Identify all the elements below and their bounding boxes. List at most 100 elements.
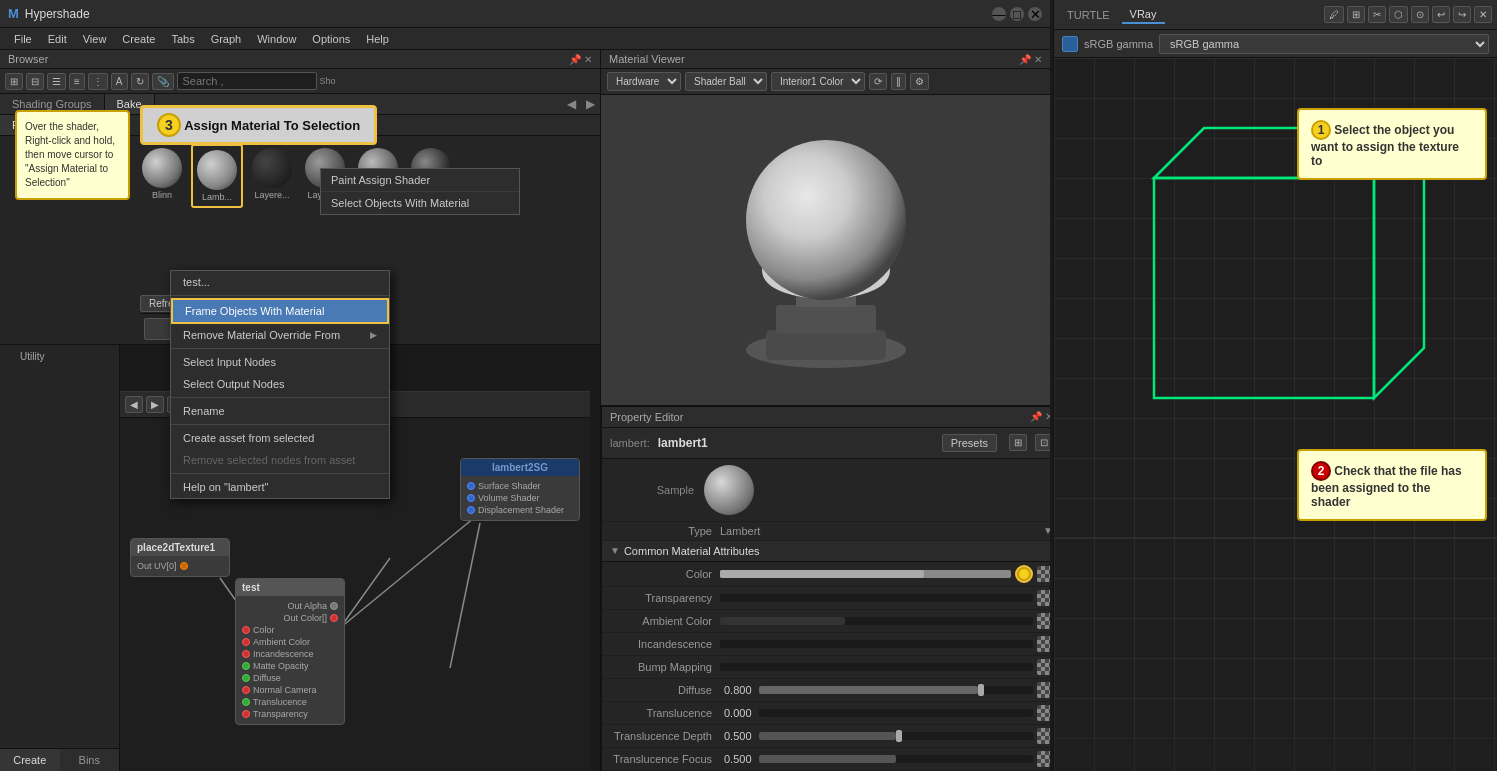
bump-checker-btn[interactable] bbox=[1037, 659, 1050, 675]
section-arrow-icon[interactable]: ▼ bbox=[610, 545, 620, 556]
blinn-sphere-icon bbox=[142, 148, 182, 188]
srgb-dropdown[interactable]: sRGB gamma bbox=[1159, 34, 1489, 54]
port-outalpha-icon bbox=[330, 602, 338, 610]
menu-edit[interactable]: Edit bbox=[40, 31, 75, 47]
prop-btn-1[interactable]: ⊞ bbox=[1009, 434, 1027, 451]
viewer-btn-1[interactable]: ⟳ bbox=[869, 73, 887, 90]
port-translucence: Translucence bbox=[253, 697, 307, 707]
transparency-checker-btn[interactable] bbox=[1037, 590, 1050, 606]
select-objects-with-material-item[interactable]: Select Objects With Material bbox=[321, 192, 519, 214]
context-menu: test... Frame Objects With Material Remo… bbox=[170, 270, 390, 499]
toolbar-btn-8[interactable]: 📎 bbox=[152, 73, 174, 90]
minimize-button[interactable]: — bbox=[992, 7, 1006, 21]
prop-close-icon[interactable]: ✕ bbox=[1045, 411, 1050, 422]
menu-graph[interactable]: Graph bbox=[203, 31, 250, 47]
toolbar-btn-4[interactable]: ≡ bbox=[69, 73, 85, 90]
viewer-close-icon[interactable]: ✕ bbox=[1034, 54, 1042, 65]
context-item-test[interactable]: test... bbox=[171, 271, 389, 293]
material-name-dropdown[interactable]: Interior1 Color bbox=[771, 72, 865, 91]
toolbar-btn-7[interactable]: ↻ bbox=[131, 73, 149, 90]
color-circle-btn[interactable] bbox=[1015, 565, 1033, 583]
toolbar-btn-6[interactable]: A bbox=[111, 73, 128, 90]
material-viewer-header: Material Viewer 📌 ✕ bbox=[601, 50, 1050, 69]
color-checker-btn[interactable] bbox=[1037, 566, 1050, 582]
shader-blinn[interactable]: Blinn bbox=[138, 144, 186, 208]
vp-btn-7[interactable]: ↪ bbox=[1453, 6, 1471, 23]
step2-badge: 2 bbox=[1311, 461, 1331, 481]
port-transparency: Transparency bbox=[253, 709, 308, 719]
menu-bar: File Edit View Create Tabs Graph Window … bbox=[0, 28, 1050, 50]
context-item-help[interactable]: Help on "lambert" bbox=[171, 476, 389, 498]
translucence-depth-checker-btn[interactable] bbox=[1037, 728, 1050, 744]
menu-file[interactable]: File bbox=[6, 31, 40, 47]
port-outuv-icon bbox=[180, 562, 188, 570]
toolbar-btn-5[interactable]: ⋮ bbox=[88, 73, 108, 90]
incandescence-checker-btn[interactable] bbox=[1037, 636, 1050, 652]
sample-label: Sample bbox=[614, 484, 694, 496]
paint-assign-shader-item[interactable]: Paint Assign Shader bbox=[321, 169, 519, 192]
node-lambertsg[interactable]: lambert2SG Surface Shader Volume Shader bbox=[460, 458, 580, 521]
ambient-checker-btn[interactable] bbox=[1037, 613, 1050, 629]
context-item-remove-override[interactable]: Remove Material Override From ▶ bbox=[171, 324, 389, 346]
viewer-btn-3[interactable]: ⚙ bbox=[910, 73, 929, 90]
context-item-select-output[interactable]: Select Output Nodes bbox=[171, 373, 389, 395]
vp-btn-2[interactable]: ⊞ bbox=[1347, 6, 1365, 23]
menu-tabs[interactable]: Tabs bbox=[163, 31, 202, 47]
close-button[interactable]: ✕ bbox=[1028, 7, 1042, 21]
browser-close-icon[interactable]: ✕ bbox=[584, 54, 592, 65]
vp-btn-8[interactable]: ✕ bbox=[1474, 6, 1492, 23]
ball-type-dropdown[interactable]: Shader Ball bbox=[685, 72, 767, 91]
tab-vray[interactable]: VRay bbox=[1122, 6, 1165, 24]
shader-ball-svg bbox=[716, 110, 936, 390]
expand-icon[interactable]: ◀ bbox=[562, 94, 581, 114]
context-item-select-input[interactable]: Select Input Nodes bbox=[171, 351, 389, 373]
port-label-outuv: Out UV[0] bbox=[137, 561, 177, 571]
vp-btn-6[interactable]: ↩ bbox=[1432, 6, 1450, 23]
context-item-rename[interactable]: Rename bbox=[171, 400, 389, 422]
diffuse-value: 0.800 bbox=[724, 684, 759, 696]
presets-button[interactable]: Presets bbox=[942, 434, 997, 452]
type-arrow-icon: ▼ bbox=[1043, 525, 1050, 536]
shader-layered1[interactable]: Layere... bbox=[248, 144, 296, 208]
bump-label: Bump Mapping bbox=[610, 661, 720, 673]
vp-btn-4[interactable]: ⬡ bbox=[1389, 6, 1408, 23]
diffuse-checker-btn[interactable] bbox=[1037, 682, 1050, 698]
menu-view[interactable]: View bbox=[75, 31, 115, 47]
browser-pin-icon[interactable]: 📌 bbox=[569, 54, 581, 65]
vp-btn-1[interactable]: 🖊 bbox=[1324, 6, 1344, 23]
node-place2d[interactable]: place2dTexture1 Out UV[0] bbox=[130, 538, 230, 577]
viewer-pin-icon[interactable]: 📌 bbox=[1019, 54, 1031, 65]
toolbar-btn-1[interactable]: ⊞ bbox=[5, 73, 23, 90]
collapse-icon[interactable]: ▶ bbox=[581, 94, 600, 114]
port-surfshader-icon bbox=[467, 482, 475, 490]
menu-options[interactable]: Options bbox=[304, 31, 358, 47]
menu-help[interactable]: Help bbox=[358, 31, 397, 47]
maximize-button[interactable]: □ bbox=[1010, 7, 1024, 21]
translucence-focus-checker-btn[interactable] bbox=[1037, 751, 1050, 767]
ng-btn-1[interactable]: ◀ bbox=[125, 396, 143, 413]
context-item-remove-from-asset: Remove selected nodes from asset bbox=[171, 449, 389, 471]
render-mode-dropdown[interactable]: Hardware bbox=[607, 72, 681, 91]
shader-lambert[interactable]: Lamb... bbox=[191, 144, 243, 208]
assign-material-highlight[interactable]: 3 Assign Material To Selection bbox=[140, 105, 377, 145]
search-input[interactable] bbox=[177, 72, 317, 90]
menu-window[interactable]: Window bbox=[249, 31, 304, 47]
vp-btn-5[interactable]: ⊙ bbox=[1411, 6, 1429, 23]
menu-create[interactable]: Create bbox=[114, 31, 163, 47]
ng-btn-2[interactable]: ▶ bbox=[146, 396, 164, 413]
svg-rect-6 bbox=[776, 305, 876, 333]
toolbar-btn-3[interactable]: ☰ bbox=[47, 73, 66, 90]
viewer-btn-2[interactable]: ‖ bbox=[891, 73, 906, 90]
vp-btn-3[interactable]: ✂ bbox=[1368, 6, 1386, 23]
toolbar-btn-2[interactable]: ⊟ bbox=[26, 73, 44, 90]
context-item-create-asset[interactable]: Create asset from selected bbox=[171, 427, 389, 449]
ambient-row: Ambient Color bbox=[602, 610, 1050, 633]
prop-btn-2[interactable]: ⊡ bbox=[1035, 434, 1050, 451]
context-item-frame-objects[interactable]: Frame Objects With Material bbox=[171, 298, 389, 324]
layered-sphere-icon bbox=[252, 148, 292, 188]
node-test[interactable]: test Out Alpha Out Color[] bbox=[235, 578, 345, 725]
tab-turtle[interactable]: TURTLE bbox=[1059, 7, 1118, 23]
shader-display bbox=[601, 95, 1050, 405]
translucence-checker-btn[interactable] bbox=[1037, 705, 1050, 721]
prop-pin-icon[interactable]: 📌 bbox=[1030, 411, 1042, 422]
